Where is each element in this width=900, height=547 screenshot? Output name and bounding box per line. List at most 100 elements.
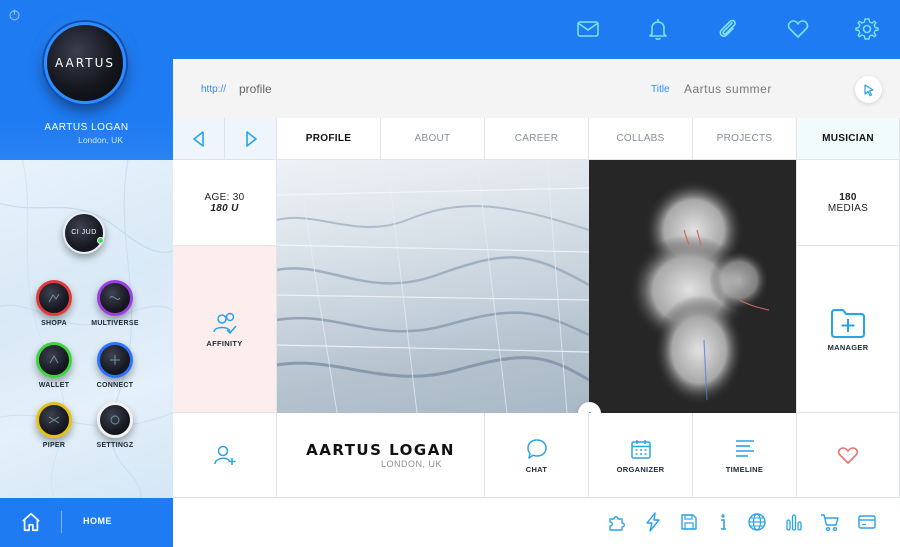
home-divider	[61, 511, 62, 533]
bolt-icon[interactable]	[643, 512, 663, 532]
paperclip-icon[interactable]	[715, 16, 741, 42]
chevron-left-icon	[192, 130, 204, 147]
user-name: AARTUS LOGAN	[44, 122, 129, 133]
app-glyph-icon	[110, 415, 120, 425]
prev-arrow-button[interactable]	[173, 118, 225, 160]
home-label[interactable]: HOME	[83, 516, 112, 526]
app-multiverse[interactable]: MULTIVERSE	[90, 280, 140, 327]
app-glyph-icon	[109, 296, 121, 300]
home-icon[interactable]	[20, 511, 42, 533]
profile-card: AARTUS AARTUS LOGAN London, UK	[0, 0, 173, 160]
brand-name: AARTUS LOGAN	[306, 441, 455, 459]
age-stat-cell: AGE: 30 180 U	[173, 160, 277, 246]
brand-location: LONDON, UK	[380, 459, 442, 469]
manager-tile[interactable]: MANAGER	[796, 246, 900, 413]
app-orb[interactable]	[36, 280, 72, 316]
chat-icon	[526, 438, 547, 459]
add-user-tile[interactable]	[173, 413, 277, 498]
folder-plus-icon	[831, 308, 865, 338]
app-label: MULTIVERSE	[91, 320, 139, 327]
add-user-icon	[213, 445, 235, 465]
app-orb[interactable]	[36, 402, 72, 438]
info-icon[interactable]	[713, 512, 733, 532]
age-label: AGE: 30	[204, 191, 245, 203]
smoke-figure	[629, 180, 770, 405]
tab-musician[interactable]: MUSICIAN	[797, 118, 900, 160]
bar-chart-icon[interactable]	[784, 512, 804, 532]
tab-profile[interactable]: PROFILE	[277, 118, 381, 160]
favorite-tile[interactable]	[797, 413, 900, 498]
timeline-tile[interactable]: TIMELINE	[693, 413, 797, 498]
app-glyph-icon	[48, 416, 60, 424]
app-orb[interactable]	[97, 342, 133, 378]
center-orb[interactable]: CI JUD	[63, 212, 105, 254]
age-stat: AGE: 30 180 U	[205, 192, 245, 214]
power-icon[interactable]	[8, 8, 21, 21]
app-piper[interactable]: PIPER	[29, 402, 79, 449]
tab-projects[interactable]: PROJECTS	[693, 118, 797, 160]
app-orb[interactable]	[97, 402, 133, 438]
app-orb[interactable]	[97, 280, 133, 316]
timeline-label: TIMELINE	[725, 464, 764, 474]
app-label: SHOPA	[41, 320, 67, 327]
affinity-tile[interactable]: AFFINITY	[173, 246, 277, 413]
heart-outline-icon	[837, 447, 859, 464]
app-settingz[interactable]: SETTINGZ	[90, 402, 140, 449]
title-input[interactable]	[684, 82, 834, 96]
card-icon[interactable]	[857, 512, 877, 532]
title-label: Title	[651, 84, 670, 95]
chevron-right-icon	[245, 130, 257, 147]
medias-count: 180	[839, 191, 857, 203]
globe-icon[interactable]	[747, 512, 767, 532]
tab-about[interactable]: ABOUT	[381, 118, 485, 160]
app-glyph-icon	[48, 293, 60, 303]
affinity-label: AFFINITY	[206, 338, 243, 348]
gear-icon[interactable]	[854, 16, 880, 42]
url-bar: http:// Title	[173, 59, 900, 118]
cursor-icon	[863, 83, 874, 96]
chat-tile[interactable]: CHAT	[485, 413, 589, 498]
bell-icon[interactable]	[645, 16, 671, 42]
calendar-icon	[630, 439, 651, 459]
user-location: London, UK	[78, 135, 123, 145]
organizer-tile[interactable]: ORGANIZER	[589, 413, 693, 498]
glacier-texture	[277, 160, 589, 413]
units-value: 180 U	[210, 202, 239, 214]
users-icon	[212, 312, 237, 334]
app-label: SETTINGZ	[96, 442, 134, 449]
app-orb[interactable]	[36, 342, 72, 378]
app-label: CONNECT	[96, 382, 134, 389]
url-input[interactable]	[239, 82, 439, 96]
sidebar: AARTUS AARTUS LOGAN London, UK CI JUD SH…	[0, 0, 173, 547]
top-bar	[173, 0, 900, 59]
puzzle-icon[interactable]	[607, 512, 627, 532]
cart-icon[interactable]	[820, 512, 840, 532]
timeline-icon	[735, 439, 754, 457]
heart-icon[interactable]	[785, 16, 811, 42]
smoke-portrait-photo	[589, 160, 796, 413]
logo-orb[interactable]: AARTUS	[44, 22, 126, 104]
app-label: PIPER	[42, 442, 66, 449]
center-orb-label: CI JUD	[71, 229, 97, 236]
chat-label: CHAT	[525, 464, 548, 474]
save-icon[interactable]	[679, 512, 699, 532]
mail-icon[interactable]	[575, 16, 601, 42]
manager-label: MANAGER	[827, 342, 869, 352]
app-wallet[interactable]: WALLET	[29, 342, 79, 389]
marble-texture	[0, 160, 173, 498]
tab-collabs[interactable]: COLLABS	[589, 118, 693, 160]
app-shopa[interactable]: SHOPA	[29, 280, 79, 327]
brand-tile: AARTUS LOGAN LONDON, UK	[277, 413, 485, 498]
next-arrow-button[interactable]	[225, 118, 277, 160]
online-status-dot	[97, 237, 104, 244]
url-prefix: http://	[201, 84, 227, 95]
organizer-label: ORGANIZER	[616, 464, 665, 474]
home-bar[interactable]: HOME	[0, 498, 173, 547]
app-connect[interactable]: CONNECT	[90, 342, 140, 389]
tab-career[interactable]: CAREER	[485, 118, 589, 160]
medias-label: MEDIAS	[827, 202, 869, 214]
app-glyph-icon	[110, 355, 120, 365]
logo-text: AARTUS	[55, 56, 115, 70]
medias-stat-cell[interactable]: 180 MEDIAS	[796, 160, 900, 246]
pointer-button[interactable]	[855, 76, 882, 103]
